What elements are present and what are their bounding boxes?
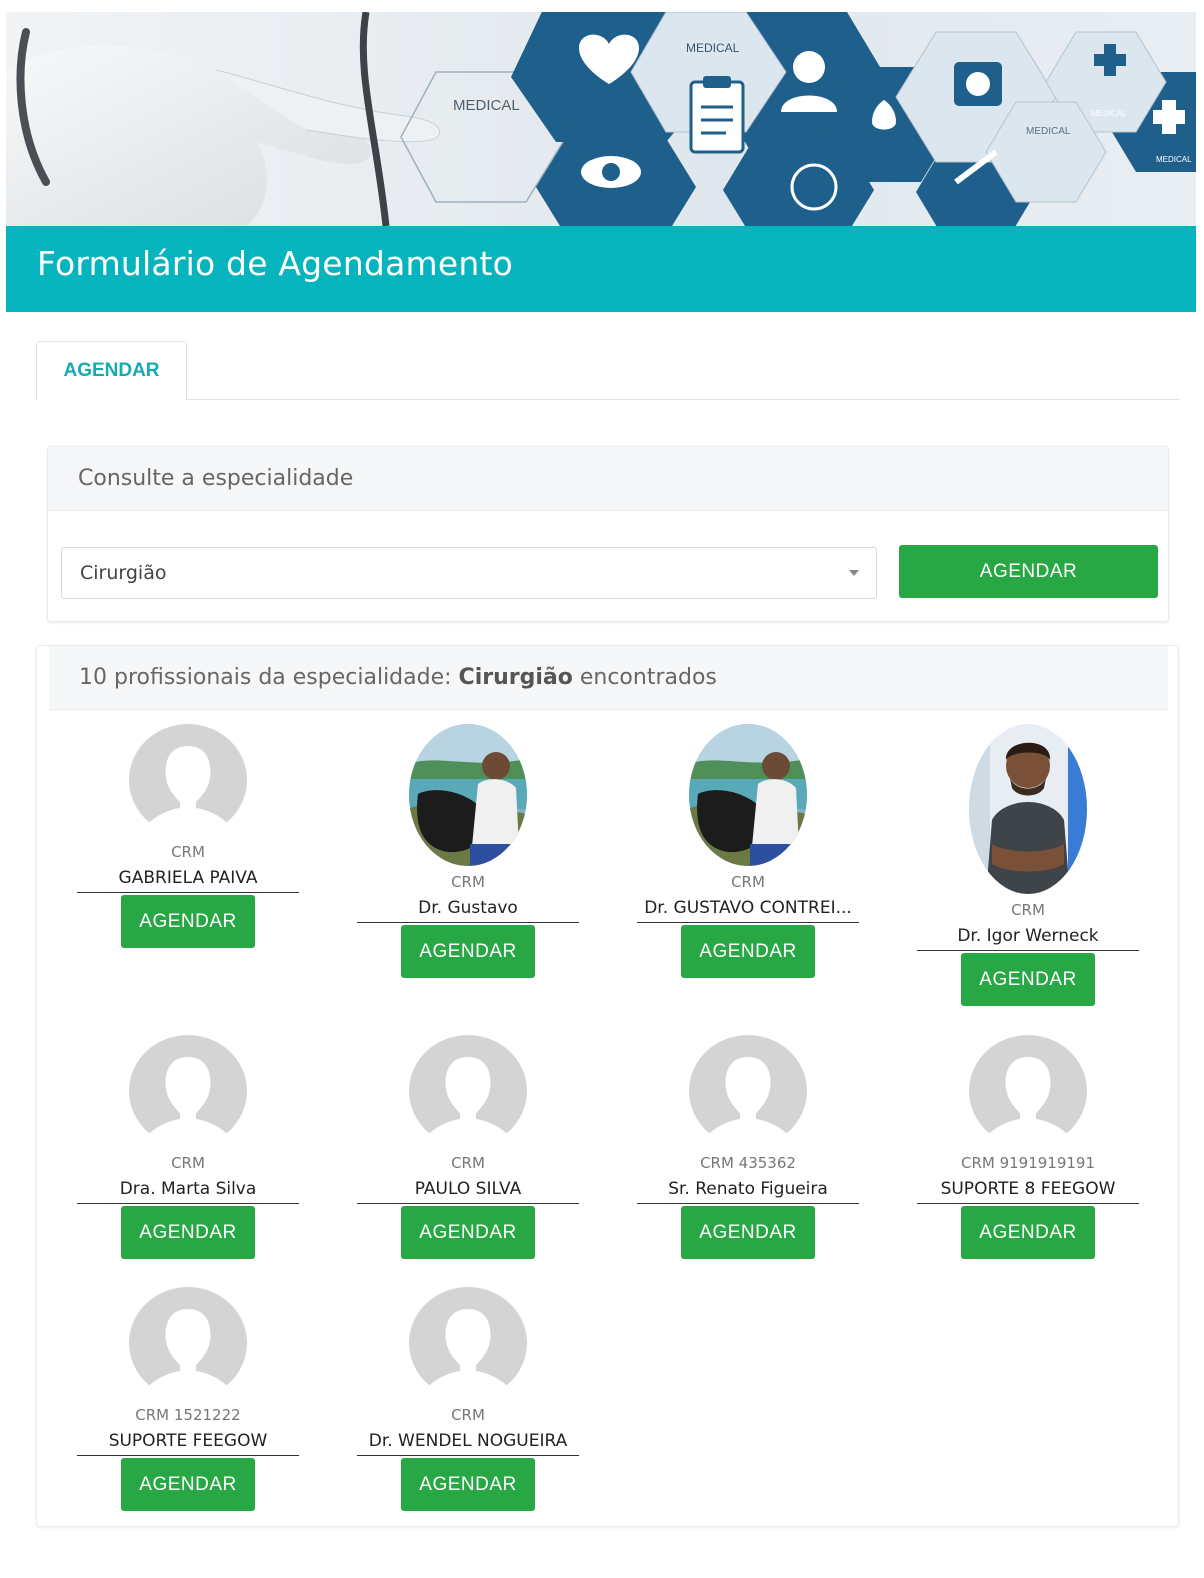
doctor-name: SUPORTE 8 FEEGOW — [917, 1178, 1139, 1204]
doctor-photo — [409, 724, 527, 866]
tabs-divider — [36, 399, 1180, 400]
doctor-card: CRM Dra. Marta Silva AGENDAR — [77, 1035, 299, 1259]
doctor-crm: CRM — [731, 873, 765, 891]
svg-text:MEDICAL: MEDICAL — [1156, 155, 1192, 164]
doctor-card: CRM Dr. GUSTAVO CONTREI... AGENDAR — [637, 724, 859, 978]
doctor-crm: CRM — [171, 843, 205, 861]
clipboard-icon — [689, 80, 745, 154]
doctor-name: Sr. Renato Figueira — [637, 1178, 859, 1204]
doctor-card: CRM Dr. Gustavo AGENDAR — [357, 724, 579, 978]
doctor-crm: CRM 435362 — [700, 1154, 796, 1172]
placeholder-avatar-icon — [129, 724, 247, 837]
placeholder-avatar-icon — [689, 1035, 807, 1148]
doctor-name: Dr. GUSTAVO CONTREI... — [637, 897, 859, 923]
doctor-card: CRM 1521222 SUPORTE FEEGOW AGENDAR — [77, 1287, 299, 1511]
specialty-select[interactable]: Cirurgião — [61, 547, 877, 599]
banner-label: MEDICAL — [453, 97, 520, 114]
agendar-doctor-button[interactable]: AGENDAR — [961, 953, 1095, 1006]
specialty-select-value: Cirurgião — [80, 562, 167, 584]
user-icon — [793, 51, 825, 83]
results-prefix: profissionais da especialidade: — [114, 665, 452, 690]
svg-text:MEDICAL: MEDICAL — [1091, 109, 1127, 118]
placeholder-avatar-icon — [409, 1287, 527, 1400]
agendar-doctor-button[interactable]: AGENDAR — [401, 925, 535, 978]
svg-text:MEDICAL: MEDICAL — [686, 41, 740, 55]
results-count: 10 — [79, 665, 107, 690]
agendar-doctor-button[interactable]: AGENDAR — [121, 1458, 255, 1511]
doctor-name: PAULO SILVA — [357, 1178, 579, 1204]
doctor-crm: CRM — [1011, 901, 1045, 919]
panel-heading: Consulte a especialidade — [48, 447, 1168, 511]
doctor-card: CRM 435362 Sr. Renato Figueira AGENDAR — [637, 1035, 859, 1259]
agendar-doctor-button[interactable]: AGENDAR — [401, 1458, 535, 1511]
chevron-down-icon — [849, 570, 859, 576]
agendar-doctor-button[interactable]: AGENDAR — [681, 1206, 815, 1259]
doctor-name: GABRIELA PAIVA — [77, 867, 299, 893]
agendar-doctor-button[interactable]: AGENDAR — [961, 1206, 1095, 1259]
agendar-search-button[interactable]: AGENDAR — [899, 545, 1158, 598]
doctor-card: CRM GABRIELA PAIVA AGENDAR — [77, 724, 299, 948]
doctor-name: Dr. Igor Werneck — [917, 925, 1139, 951]
results-specialty: Cirurgião — [458, 665, 573, 690]
doctor-crm: CRM — [451, 1406, 485, 1424]
agendar-doctor-button[interactable]: AGENDAR — [121, 1206, 255, 1259]
placeholder-avatar-icon — [409, 1035, 527, 1148]
agendar-doctor-button[interactable]: AGENDAR — [681, 925, 815, 978]
results-heading: 10 profissionais da especialidade: Cirur… — [49, 646, 1168, 710]
agendar-doctor-button[interactable]: AGENDAR — [401, 1206, 535, 1259]
tab-agendar[interactable]: AGENDAR — [36, 341, 187, 401]
doctor-crm: CRM — [451, 873, 485, 891]
doctor-crm: CRM — [451, 1154, 485, 1172]
placeholder-avatar-icon — [969, 1035, 1087, 1148]
doctor-name: Dr. WENDEL NOGUEIRA — [357, 1430, 579, 1456]
specialty-search-panel: Consulte a especialidade Cirurgião AGEND… — [47, 446, 1169, 622]
doctor-card: CRM PAULO SILVA AGENDAR — [357, 1035, 579, 1259]
doctor-photo — [969, 724, 1087, 894]
title-bar: Formulário de Agendamento — [6, 226, 1196, 312]
doctor-crm: CRM — [171, 1154, 205, 1172]
page-title: Formulário de Agendamento — [37, 244, 513, 283]
banner-illustration: MEDICAL MEDICAL MEDICAL MEDICAL MEDICAL — [6, 12, 1196, 226]
doctor-crm: CRM 9191919191 — [960, 1154, 1096, 1172]
doctor-card: CRM Dr. WENDEL NOGUEIRA AGENDAR — [357, 1287, 579, 1511]
doctor-card: CRM 9191919191 SUPORTE 8 FEEGOW AGENDAR — [917, 1035, 1139, 1259]
gloved-hand-illustration — [6, 12, 441, 226]
results-suffix: encontrados — [579, 665, 717, 690]
doctor-photo — [689, 724, 807, 866]
doctor-name: Dr. Gustavo — [357, 897, 579, 923]
agendar-doctor-button[interactable]: AGENDAR — [121, 895, 255, 948]
placeholder-avatar-icon — [129, 1287, 247, 1400]
doctor-crm: CRM 1521222 — [135, 1406, 241, 1424]
doctor-name: SUPORTE FEEGOW — [77, 1430, 299, 1456]
doctor-name: Dra. Marta Silva — [77, 1178, 299, 1204]
doctor-card: CRM Dr. Igor Werneck AGENDAR — [917, 724, 1139, 1006]
placeholder-avatar-icon — [129, 1035, 247, 1148]
svg-text:MEDICAL: MEDICAL — [1026, 126, 1071, 137]
header-banner: MEDICAL MEDICAL MEDICAL MEDICAL MEDICAL — [6, 12, 1196, 226]
